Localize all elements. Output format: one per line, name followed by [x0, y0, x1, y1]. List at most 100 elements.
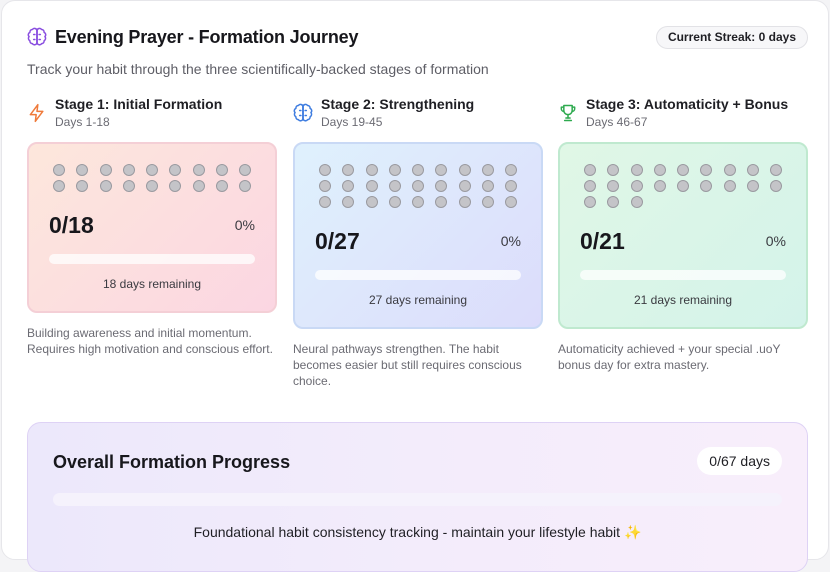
day-dot: [412, 180, 425, 192]
day-dot: [53, 180, 65, 192]
stage-percent: 0%: [500, 233, 521, 249]
day-dot: [723, 164, 736, 176]
day-dot: [319, 196, 331, 208]
day-dot: [99, 164, 112, 176]
day-dot: [458, 164, 471, 176]
day-dot: [770, 164, 783, 176]
stage-remaining: 21 days remaining: [633, 293, 733, 307]
stage-header: Stage 3: Automaticity + Bonus Days 46-67: [558, 95, 808, 135]
day-dot: [319, 180, 331, 192]
stage-title: Stage 3: Automaticity + Bonus: [586, 96, 789, 112]
day-dot: [770, 180, 783, 192]
day-dot: [584, 196, 596, 208]
overall-message-text: Foundational habit consistency tracking …: [193, 524, 621, 540]
stage-progress-box: 0/27 0% 27 days remaining: [293, 142, 543, 329]
overall-progress-bar: [53, 493, 782, 506]
overall-title: Overall Formation Progress: [53, 452, 291, 472]
day-dot: [607, 180, 620, 192]
stage-days: Days 1-18: [55, 115, 110, 129]
day-dot: [653, 180, 666, 192]
stage-progress-bar: [315, 270, 521, 280]
day-dot: [365, 196, 378, 208]
day-dot: [239, 180, 252, 192]
day-dot: [239, 164, 252, 176]
stage-description: Building awareness and initial momentum.…: [27, 326, 273, 356]
stage-progress-bar: [580, 270, 786, 280]
stage-remaining: 18 days remaining: [102, 277, 202, 291]
day-dot: [630, 196, 643, 208]
stage-description: Neural pathways strengthen. The habit be…: [293, 342, 522, 388]
day-dot: [99, 180, 112, 192]
stage-strengthening: Stage 2: Strengthening Days 19-45 0/27 0…: [293, 95, 543, 388]
day-dot: [365, 180, 378, 192]
day-dot: [505, 164, 518, 176]
day-dot: [584, 180, 596, 192]
day-dot: [700, 164, 713, 176]
streak-badge: Current Streak: 0 days: [655, 26, 808, 49]
day-dot: [342, 180, 355, 192]
day-dot: [653, 164, 666, 176]
overall-message: Foundational habit consistency tracking …: [28, 524, 807, 541]
day-dot: [365, 164, 378, 176]
day-dot: [723, 180, 736, 192]
day-dot: [216, 180, 229, 192]
stage-percent: 0%: [765, 233, 786, 249]
day-dot: [435, 196, 448, 208]
stage-initial-formation: Stage 1: Initial Formation Days 1-18 0/1…: [27, 95, 277, 356]
day-dot: [435, 180, 448, 192]
trophy-icon: [560, 104, 576, 122]
stage-count: 0/18: [49, 212, 94, 238]
sparkle-icon: ✨: [623, 524, 642, 540]
day-dot: [169, 164, 182, 176]
day-dot: [505, 196, 518, 208]
stage-progress-box: 0/21 0% 21 days remaining: [558, 142, 808, 329]
day-dot: [388, 196, 401, 208]
stage-header: Stage 1: Initial Formation Days 1-18: [27, 95, 277, 135]
day-dot: [747, 180, 760, 192]
day-dot: [505, 180, 518, 192]
day-dots: [319, 164, 529, 208]
stage-title: Stage 1: Initial Formation: [55, 96, 223, 112]
stage-days: Days 46-67: [586, 115, 648, 129]
header: Evening Prayer - Formation Journey Curre…: [27, 25, 808, 55]
stage-header: Stage 2: Strengthening Days 19-45: [293, 95, 543, 135]
day-dot: [192, 180, 205, 192]
day-dot: [412, 164, 425, 176]
stage-title: Stage 2: Strengthening: [321, 96, 475, 112]
stage-days: Days 19-45: [321, 115, 383, 129]
day-dot: [319, 164, 331, 176]
brain-icon: [293, 103, 313, 122]
stage-percent: 0%: [234, 217, 255, 233]
day-dot: [169, 180, 182, 192]
day-dot: [607, 196, 620, 208]
day-dot: [192, 164, 205, 176]
stage-remaining: 27 days remaining: [368, 293, 468, 307]
day-dot: [122, 180, 135, 192]
day-dot: [388, 164, 401, 176]
day-dot: [630, 180, 643, 192]
day-dot: [342, 196, 355, 208]
day-dot: [216, 164, 229, 176]
stage-count: 0/21: [580, 228, 625, 254]
day-dots: [584, 164, 794, 208]
day-dot: [482, 164, 495, 176]
day-dot: [53, 164, 65, 176]
day-dot: [700, 180, 713, 192]
day-dots: [53, 164, 263, 192]
day-dot: [677, 164, 690, 176]
page-subtitle: Track your habit through the three scien…: [27, 61, 489, 77]
day-dot: [435, 164, 448, 176]
day-dot: [458, 196, 471, 208]
day-dot: [388, 180, 401, 192]
day-dot: [747, 164, 760, 176]
stage-description: Automaticity achieved + your special .uo…: [558, 342, 781, 372]
stage-count: 0/27: [315, 228, 360, 254]
day-dot: [146, 180, 159, 192]
day-dot: [76, 180, 89, 192]
day-dot: [458, 180, 471, 192]
overall-progress-panel: Overall Formation Progress 0/67 days Fou…: [27, 422, 808, 572]
lightning-icon: [29, 103, 44, 123]
day-dot: [482, 196, 495, 208]
day-dot: [146, 164, 159, 176]
page-title: Evening Prayer - Formation Journey: [55, 27, 359, 47]
